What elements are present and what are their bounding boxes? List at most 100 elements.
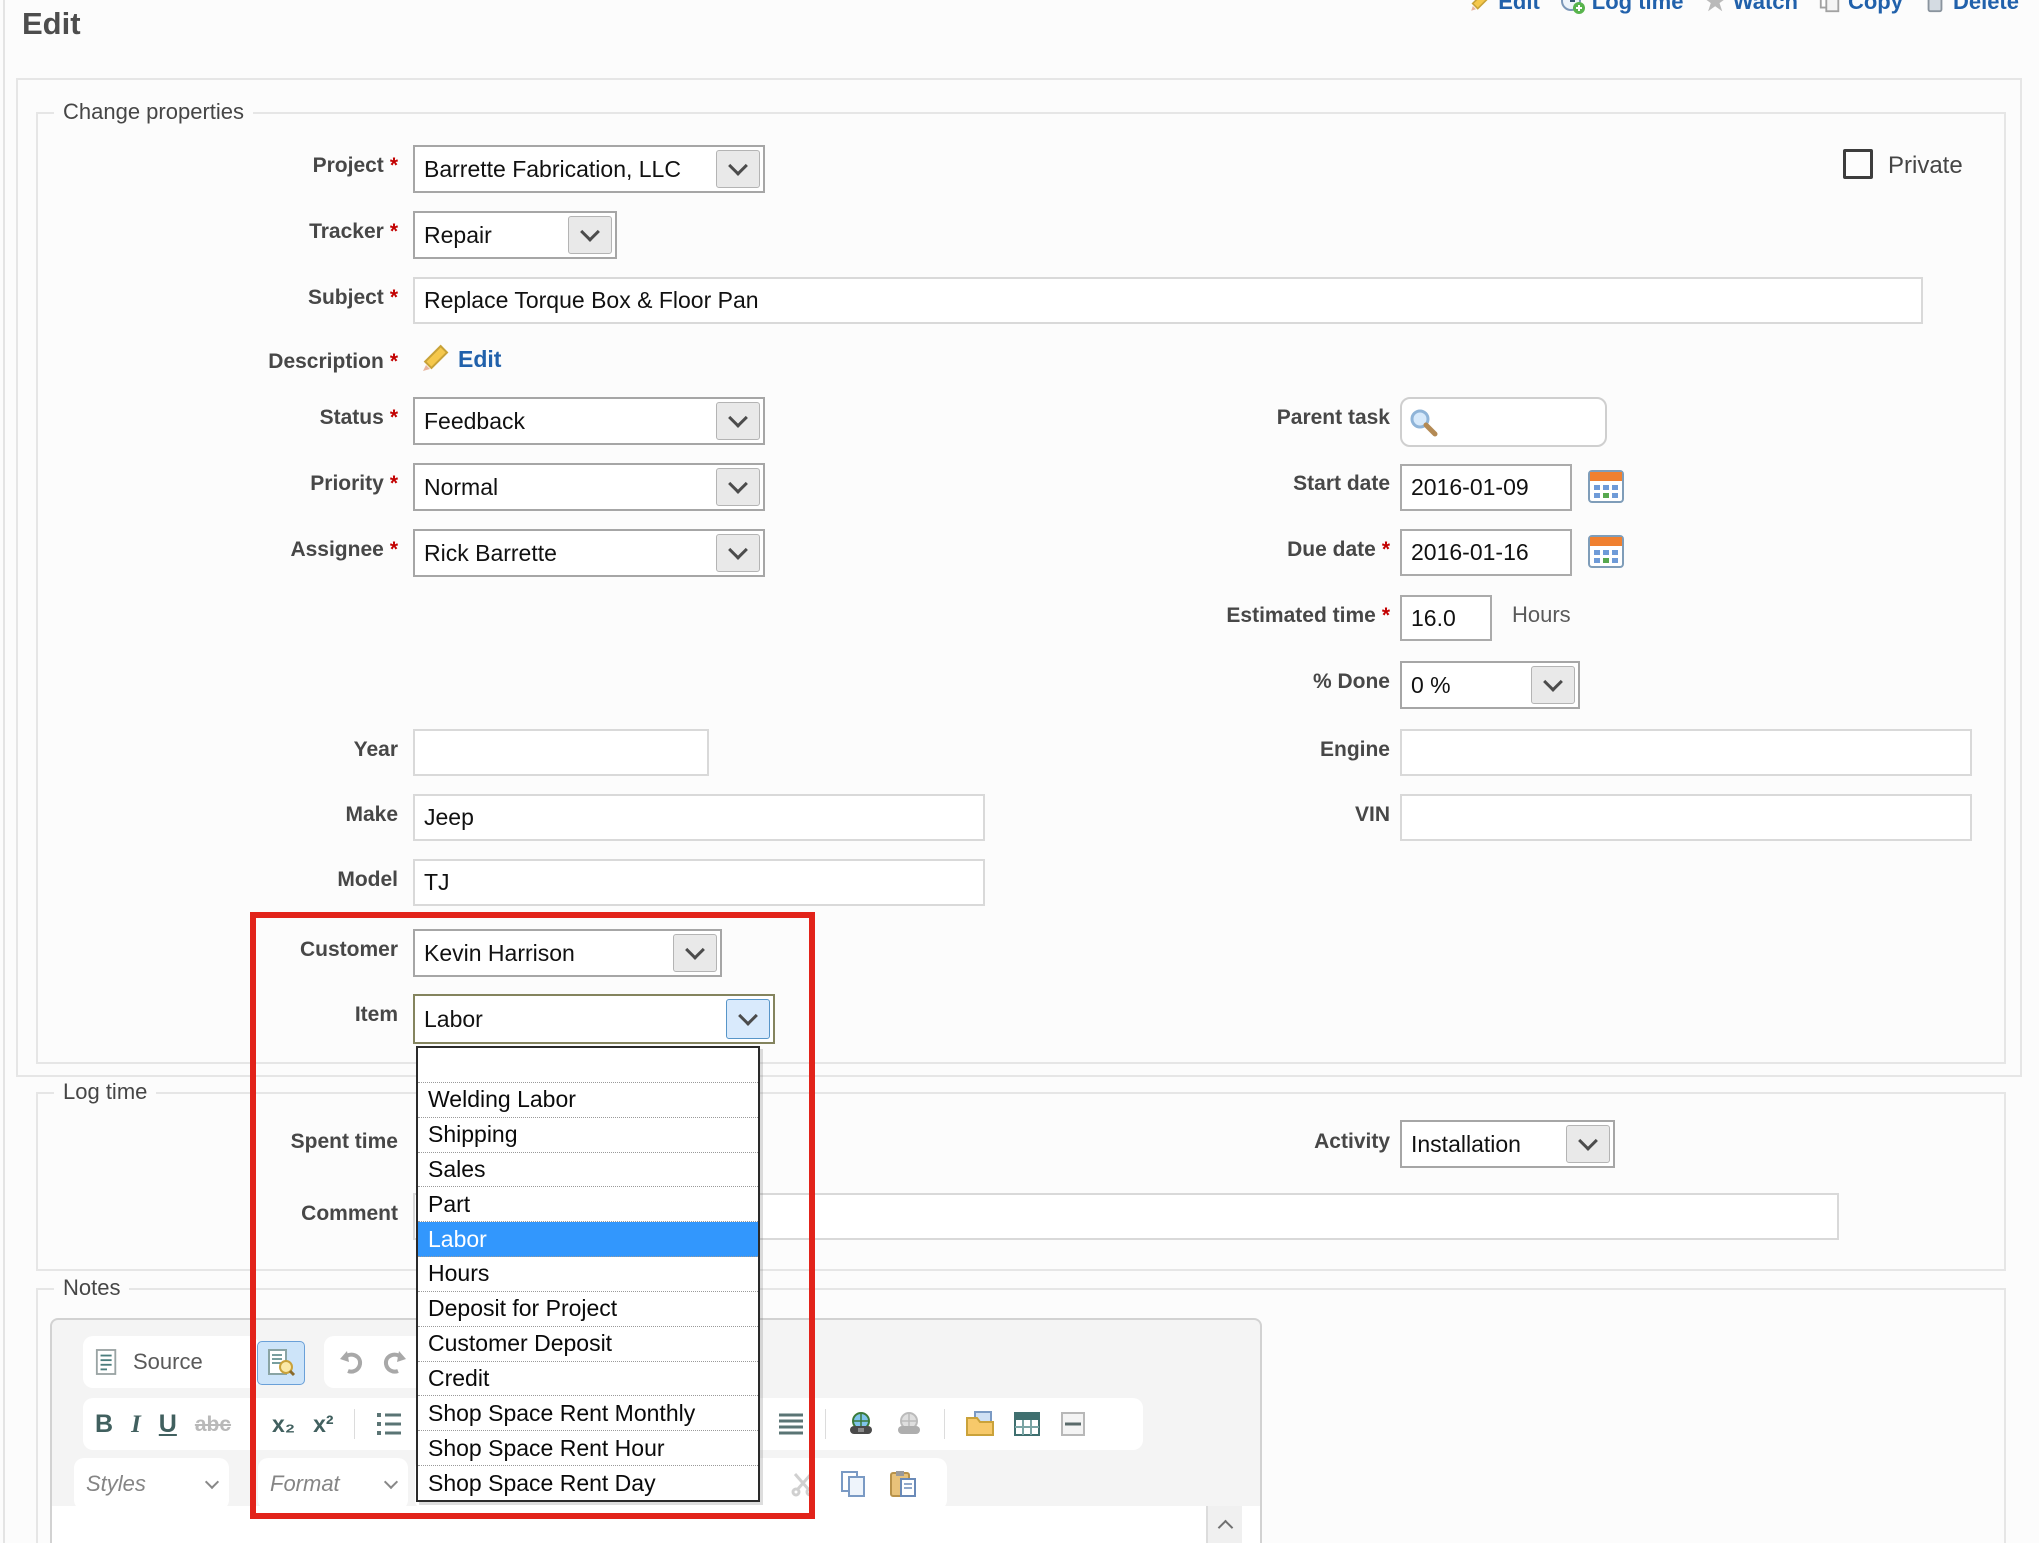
model-label: Model	[30, 868, 398, 892]
priority-select[interactable]: Normal	[413, 463, 765, 511]
calendar-icon[interactable]	[1588, 533, 1624, 569]
customer-select-arrow[interactable]	[673, 934, 717, 972]
model-input[interactable]	[413, 859, 985, 906]
parent-task-label: Parent task	[900, 406, 1390, 430]
tracker-select[interactable]: Repair	[413, 211, 617, 259]
dropdown-option[interactable]: Shop Space Rent Monthly	[418, 1396, 758, 1431]
context-toolbar: Edit Log time ★ Watch Copy Delete	[1468, 0, 2019, 17]
dropdown-option[interactable]	[418, 1048, 758, 1083]
editor-scrollbar[interactable]	[1206, 1506, 1242, 1543]
subject-input[interactable]	[413, 277, 1923, 324]
format-dropdown-label: Format	[270, 1471, 340, 1497]
strikethrough-button[interactable]: abc	[195, 1414, 231, 1435]
engine-input[interactable]	[1400, 729, 1972, 776]
star-icon: ★	[1703, 0, 1726, 17]
horizontal-rule-icon[interactable]	[1059, 1411, 1087, 1437]
justify-icon[interactable]	[777, 1412, 805, 1436]
assignee-select[interactable]: Rick Barrette	[413, 529, 765, 577]
item-select-arrow[interactable]	[726, 999, 770, 1039]
dropdown-option[interactable]: Shop Space Rent Day	[418, 1466, 758, 1500]
undo-icon[interactable]	[336, 1349, 366, 1375]
estimated-time-unit: Hours	[1512, 602, 1571, 628]
item-label: Item	[30, 1003, 398, 1027]
status-select[interactable]: Feedback	[413, 397, 765, 445]
subscript-button[interactable]: x₂	[272, 1413, 295, 1436]
item-select[interactable]: Labor	[413, 994, 775, 1044]
dropdown-option[interactable]: Customer Deposit	[418, 1327, 758, 1362]
editor-content-area[interactable]	[52, 1506, 1260, 1543]
dropdown-option[interactable]: Sales	[418, 1153, 758, 1188]
redo-icon[interactable]	[380, 1349, 410, 1375]
start-date-input[interactable]	[1400, 464, 1572, 511]
private-checkbox[interactable]	[1843, 149, 1873, 179]
scroll-up-icon	[1217, 1520, 1233, 1536]
page-left-border	[3, 0, 5, 1543]
tracker-select-arrow[interactable]	[568, 216, 612, 254]
engine-label: Engine	[900, 738, 1390, 762]
chevron-down-icon	[728, 408, 748, 428]
dropdown-option[interactable]: Welding Labor	[418, 1083, 758, 1118]
activity-label: Activity	[900, 1130, 1390, 1154]
styles-dropdown[interactable]: Styles	[74, 1458, 229, 1510]
vin-input[interactable]	[1400, 794, 1972, 841]
numbered-list-icon[interactable]	[375, 1411, 403, 1437]
dropdown-option[interactable]: Labor	[418, 1222, 758, 1257]
activity-select[interactable]: Installation	[1400, 1120, 1615, 1168]
link-icon[interactable]	[846, 1411, 876, 1437]
table-icon[interactable]	[1013, 1411, 1041, 1437]
copy-icon[interactable]	[839, 1470, 867, 1498]
format-dropdown[interactable]: Format	[258, 1458, 408, 1510]
bold-button[interactable]: B	[95, 1412, 113, 1437]
toolbar-divider	[944, 1409, 945, 1439]
preview-button[interactable]	[257, 1341, 305, 1385]
done-ratio-select[interactable]: 0 %	[1400, 661, 1580, 709]
context-link-delete[interactable]: Delete	[1923, 0, 2019, 15]
context-link-log-time[interactable]: Log time	[1560, 0, 1684, 15]
done-ratio-select-arrow[interactable]	[1531, 666, 1575, 704]
dropdown-option[interactable]: Credit	[418, 1362, 758, 1397]
pencil-icon	[1468, 0, 1492, 14]
project-select[interactable]: Barrette Fabrication, LLC	[413, 145, 765, 193]
issue-edit-page: Edit Log time ★ Watch Copy Delete Edit C…	[0, 0, 2039, 1543]
unlink-icon[interactable]	[894, 1411, 924, 1437]
trash-icon	[1923, 0, 1947, 14]
paste-icon[interactable]	[889, 1470, 917, 1498]
dropdown-option[interactable]: Deposit for Project	[418, 1292, 758, 1327]
italic-button[interactable]: I	[131, 1412, 141, 1437]
context-link-label: Delete	[1953, 0, 2019, 15]
dropdown-option[interactable]: Shop Space Rent Hour	[418, 1431, 758, 1466]
notes-legend: Notes	[54, 1275, 129, 1301]
context-link-copy[interactable]: Copy	[1818, 0, 1903, 15]
source-button[interactable]: Source	[133, 1349, 203, 1375]
assignee-label: Assignee*	[30, 538, 398, 562]
calendar-icon[interactable]	[1588, 468, 1624, 504]
status-select-arrow[interactable]	[716, 402, 760, 440]
dropdown-option[interactable]: Hours	[418, 1257, 758, 1292]
priority-select-arrow[interactable]	[716, 468, 760, 506]
context-link-watch[interactable]: ★ Watch	[1703, 0, 1798, 17]
year-input[interactable]	[413, 729, 709, 776]
tracker-label: Tracker*	[30, 220, 398, 244]
dropdown-option[interactable]: Shipping	[418, 1118, 758, 1153]
assignee-select-value: Rick Barrette	[415, 540, 713, 567]
project-label: Project*	[30, 154, 398, 178]
estimated-time-input[interactable]	[1400, 595, 1492, 641]
done-ratio-label: % Done	[900, 670, 1390, 694]
chevron-down-icon	[384, 1475, 398, 1489]
assignee-select-arrow[interactable]	[716, 534, 760, 572]
superscript-button[interactable]: x²	[313, 1413, 333, 1436]
due-date-input[interactable]	[1400, 529, 1572, 576]
log-time-legend: Log time	[54, 1079, 156, 1105]
image-icon[interactable]	[965, 1411, 995, 1437]
copy-icon	[1818, 0, 1842, 14]
cut-icon[interactable]	[789, 1471, 817, 1497]
underline-button[interactable]: U	[159, 1412, 177, 1437]
item-dropdown-list[interactable]: Welding LaborShippingSalesPartLaborHours…	[416, 1046, 760, 1502]
context-link-edit[interactable]: Edit	[1468, 0, 1540, 15]
year-label: Year	[30, 738, 398, 762]
activity-select-arrow[interactable]	[1566, 1125, 1610, 1163]
description-edit-link[interactable]: Edit	[458, 346, 501, 373]
customer-select[interactable]: Kevin Harrison	[413, 929, 722, 977]
project-select-arrow[interactable]	[716, 150, 760, 188]
dropdown-option[interactable]: Part	[418, 1187, 758, 1222]
